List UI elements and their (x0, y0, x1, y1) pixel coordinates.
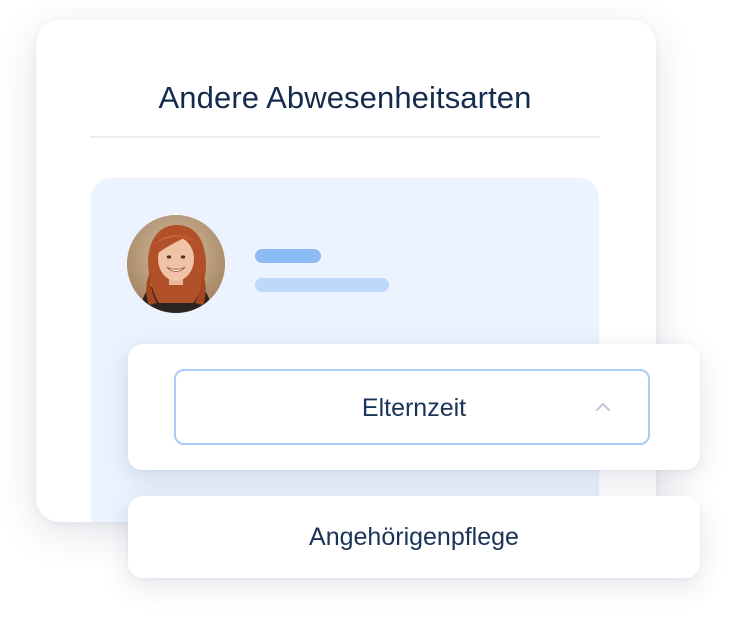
card-title: Andere Abwesenheitsarten (158, 80, 532, 115)
avatar-photo (127, 215, 225, 313)
dropdown-option[interactable]: Angehörigenpflege (128, 496, 700, 578)
chevron-up-icon[interactable] (594, 401, 612, 413)
name-placeholder-line (255, 249, 321, 263)
selected-absence-type: Elternzeit (361, 394, 467, 422)
role-placeholder-line (255, 278, 389, 292)
absence-type-select[interactable]: Elternzeit (174, 369, 650, 445)
dropdown-option-label: Angehörigenpflege (309, 523, 519, 551)
title-divider (90, 136, 600, 138)
absence-types-illustration: Andere Abwesenheitsarten Elternzeit Ange… (0, 0, 736, 634)
avatar (127, 215, 225, 313)
